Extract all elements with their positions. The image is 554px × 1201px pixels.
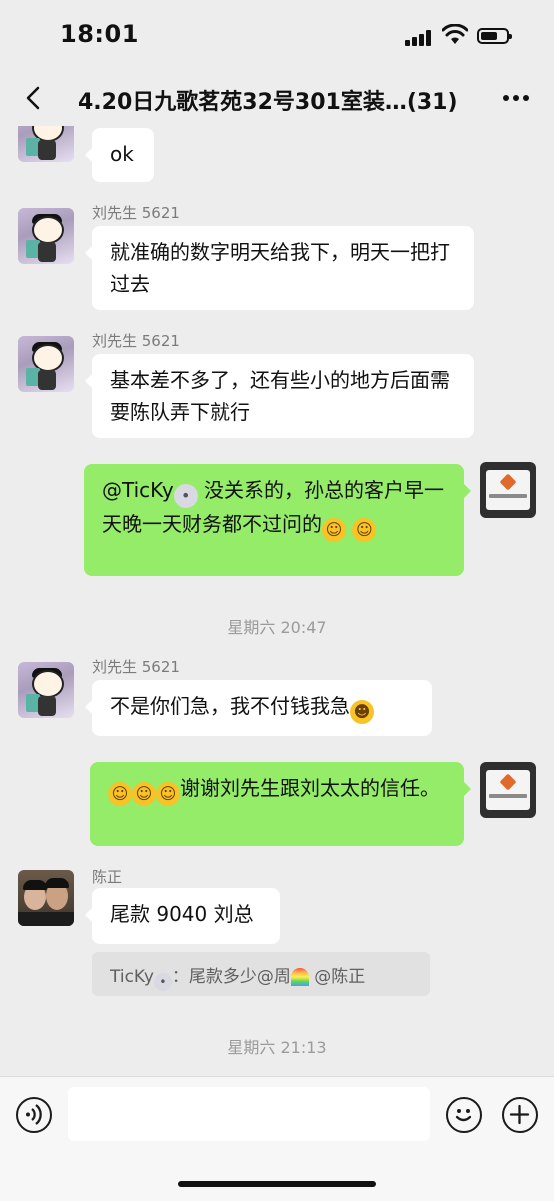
quote-author: TicKy xyxy=(110,967,154,987)
quoted-message[interactable]: TicKy • ：尾款多少@周 @陈正 xyxy=(92,952,430,996)
message-bubble[interactable]: 尾款 9040 刘总 xyxy=(85,888,280,944)
quote-text-mention: @陈正 xyxy=(308,967,366,987)
sender-name: 刘先生 5621 xyxy=(92,332,180,350)
quote-text: 尾款多少@周 xyxy=(188,967,291,987)
status-time: 18:01 xyxy=(60,20,139,48)
more-functions-button[interactable] xyxy=(502,1097,538,1133)
message-bubble[interactable]: 不是你们急，我不付钱我急 ☻ xyxy=(85,680,432,736)
avatar[interactable] xyxy=(18,126,74,162)
more-options-icon[interactable] xyxy=(500,86,532,110)
message-bubble-self[interactable]: ☺ ☺ ☺ 谢谢刘先生跟刘太太的信任。 xyxy=(90,762,471,846)
status-bar: 18:01 xyxy=(0,0,554,72)
battery-icon xyxy=(477,28,512,44)
emoji-button[interactable] xyxy=(446,1097,482,1133)
message-text: 不是你们急，我不付钱我急 xyxy=(110,694,350,718)
avatar[interactable] xyxy=(18,870,74,926)
wifi-icon xyxy=(442,24,468,44)
input-bar xyxy=(0,1076,554,1201)
cellular-signal-icon xyxy=(405,30,433,46)
message-input[interactable] xyxy=(68,1087,430,1141)
thinking-face-emoji-icon: ☺ xyxy=(108,782,132,806)
sender-name: 刘先生 5621 xyxy=(92,658,180,676)
mouse-emoji-icon: • xyxy=(173,484,198,508)
thinking-face-emoji-icon: ☺ xyxy=(352,518,377,542)
sender-name: 刘先生 5621 xyxy=(92,204,180,222)
self-avatar[interactable] xyxy=(480,762,536,818)
chat-header: 4.20日九歌茗苑32号301室装…(31) xyxy=(0,72,554,126)
timestamp: 星期六 20:47 xyxy=(227,618,327,637)
mention-text: @TicKy xyxy=(102,478,174,502)
avatar[interactable] xyxy=(18,336,74,392)
thinking-face-emoji-icon: ☺ xyxy=(322,518,346,542)
message-list[interactable]: ok 刘先生 5621 就准确的数字明天给我下，明天一把打过去 刘先生 5621… xyxy=(0,126,554,1076)
thinking-face-emoji-icon: ☺ xyxy=(156,782,180,806)
message-bubble-self[interactable]: @TicKy • 没关系的，孙总的客户早一天晚一天财务都不过问的 ☺ ☺ xyxy=(84,464,471,576)
home-indicator xyxy=(178,1181,376,1187)
message-bubble[interactable]: 基本差不多了，还有些小的地方后面需要陈队弄下就行 xyxy=(85,354,474,438)
message-bubble[interactable]: 就准确的数字明天给我下，明天一把打过去 xyxy=(85,226,474,310)
voice-icon xyxy=(26,1104,42,1125)
message-bubble[interactable]: ok xyxy=(85,128,154,182)
back-chevron-icon[interactable] xyxy=(18,82,50,114)
plus-icon xyxy=(509,1104,530,1125)
quote-separator: ： xyxy=(171,967,189,987)
self-avatar[interactable] xyxy=(480,462,536,518)
message-text: 基本差不多了，还有些小的地方后面需要陈队弄下就行 xyxy=(110,368,450,424)
rainbow-emoji-icon xyxy=(290,968,309,986)
avatar[interactable] xyxy=(18,208,74,264)
message-text: ok xyxy=(110,142,134,166)
thinking-face-emoji-icon: ☺ xyxy=(132,782,156,806)
chat-title: 4.20日九歌茗苑32号301室装…(31) xyxy=(78,90,458,115)
message-text: 谢谢刘先生跟刘太太的信任。 xyxy=(180,776,440,800)
grinning-face-emoji-icon: ☻ xyxy=(350,700,374,724)
voice-input-button[interactable] xyxy=(16,1097,52,1133)
emoji-icon xyxy=(455,1109,472,1122)
avatar[interactable] xyxy=(18,662,74,718)
message-text: 就准确的数字明天给我下，明天一把打过去 xyxy=(110,240,450,296)
timestamp: 星期六 21:13 xyxy=(227,1038,327,1057)
sender-name: 陈正 xyxy=(92,868,123,886)
message-text: 尾款 9040 刘总 xyxy=(110,902,254,926)
mouse-emoji-icon: • xyxy=(153,973,172,991)
